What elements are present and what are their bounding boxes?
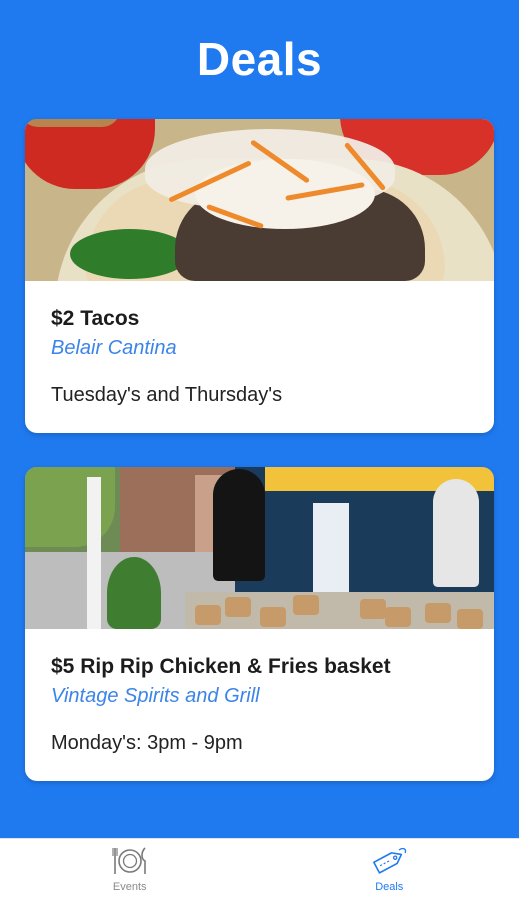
page-title: Deals: [197, 32, 322, 86]
deal-card[interactable]: $2 Tacos Belair Cantina Tuesday's and Th…: [25, 119, 494, 433]
deal-card[interactable]: $5 Rip Rip Chicken & Fries basket Vintag…: [25, 467, 494, 781]
tab-events[interactable]: Events: [0, 839, 260, 901]
tab-deals[interactable]: Deals: [260, 839, 519, 901]
tab-bar: Events Deals: [0, 838, 519, 901]
deal-venue[interactable]: Belair Cantina: [51, 337, 468, 360]
deal-image-tacos: [25, 119, 494, 281]
plate-utensils-icon: [112, 845, 148, 877]
deal-title: $5 Rip Rip Chicken & Fries basket: [51, 655, 468, 679]
price-tag-icon: [369, 845, 409, 877]
header: Deals: [0, 0, 519, 110]
deal-venue[interactable]: Vintage Spirits and Grill: [51, 685, 468, 708]
tab-label: Events: [113, 881, 147, 893]
deal-schedule: Tuesday's and Thursday's: [51, 384, 468, 407]
deal-title: $2 Tacos: [51, 307, 468, 331]
deal-schedule: Monday's: 3pm - 9pm: [51, 732, 468, 755]
deals-list[interactable]: $2 Tacos Belair Cantina Tuesday's and Th…: [0, 110, 519, 838]
deal-image-patio: [25, 467, 494, 629]
tab-label: Deals: [375, 881, 403, 893]
